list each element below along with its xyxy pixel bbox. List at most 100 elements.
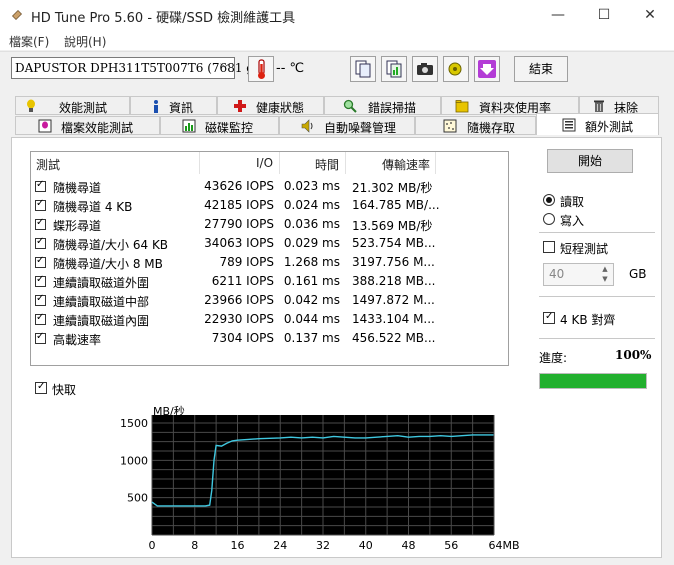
tab-file-benchmark[interactable]: 檔案效能測試 <box>15 116 160 135</box>
row-test-name: 連續讀取磁道外圍 <box>53 276 150 290</box>
row-rate: 388.218 MB... <box>352 274 436 288</box>
progress-value: 100% <box>615 348 652 362</box>
tab-label: 資訊 <box>169 101 194 115</box>
row-io: 7304 IOPS <box>211 331 274 345</box>
tab-label: 磁碟監控 <box>205 121 254 135</box>
start-button[interactable]: 開始 <box>547 149 633 173</box>
menu-help[interactable]: 說明(H) <box>64 33 106 50</box>
row-rate: 164.785 MB/... <box>352 198 440 212</box>
x-tick-label: 8 <box>191 539 198 552</box>
row-time: 0.029 ms <box>283 236 340 250</box>
tab-label: 效能測試 <box>59 101 108 115</box>
divider <box>539 296 655 297</box>
menu-file[interactable]: 檔案(F) <box>9 33 49 50</box>
column-header-io[interactable]: I/O <box>256 156 273 170</box>
tab-random-access[interactable]: 隨機存取 <box>415 116 536 135</box>
column-divider <box>199 152 200 174</box>
column-header-rate[interactable]: 傳輸速率 <box>382 156 430 173</box>
row-time: 0.036 ms <box>283 217 340 231</box>
row-time: 1.268 ms <box>283 255 340 269</box>
copy-screenshot-button[interactable] <box>381 56 407 82</box>
row-checkbox[interactable] <box>35 293 46 306</box>
row-rate: 21.302 MB/秒 <box>352 181 433 195</box>
camera-button[interactable] <box>412 56 438 82</box>
read-radio[interactable] <box>543 194 555 206</box>
spin-up-icon[interactable]: ▲ <box>599 265 611 274</box>
copy-info-button[interactable] <box>350 56 376 82</box>
divider <box>539 338 655 339</box>
row-io: 34063 IOPS <box>204 236 274 250</box>
row-time: 0.023 ms <box>283 179 340 193</box>
row-io: 6211 IOPS <box>211 274 274 288</box>
down-arrow-icon <box>478 60 496 78</box>
row-checkbox[interactable] <box>35 179 46 192</box>
minimize-button[interactable]: — <box>535 0 581 30</box>
thermometer-icon <box>258 59 265 79</box>
short-test-checkbox[interactable] <box>543 241 555 253</box>
row-test-name: 連續讀取磁道內圍 <box>53 314 150 328</box>
tab-info[interactable]: 資訊 <box>130 96 217 115</box>
row-io: 43626 IOPS <box>204 179 274 193</box>
row-rate: 1433.104 M... <box>352 312 435 326</box>
spin-down-icon[interactable]: ▼ <box>599 275 611 284</box>
row-io: 789 IOPS <box>219 255 274 269</box>
column-header-time[interactable]: 時間 <box>315 156 339 173</box>
tab-benchmark[interactable]: 效能測試 <box>15 96 130 115</box>
x-tick-label: 40 <box>359 539 373 552</box>
maximize-button[interactable]: ☐ <box>581 0 627 30</box>
column-divider <box>345 152 346 174</box>
row-checkbox[interactable] <box>35 236 46 249</box>
tab-health[interactable]: 健康狀態 <box>217 96 324 115</box>
write-radio[interactable] <box>543 213 555 225</box>
tab-label: 隨機存取 <box>467 121 516 135</box>
x-tick-label: 0 <box>149 539 156 552</box>
row-io: 42185 IOPS <box>204 198 274 212</box>
column-divider <box>435 152 436 174</box>
close-button[interactable]: ✕ <box>627 0 673 30</box>
row-time: 0.161 ms <box>283 274 340 288</box>
row-checkbox[interactable] <box>35 312 46 325</box>
row-time: 0.044 ms <box>283 312 340 326</box>
tab-label: 自動噪聲管理 <box>324 121 397 135</box>
row-io: 23966 IOPS <box>204 293 274 307</box>
row-checkbox[interactable] <box>35 217 46 230</box>
x-tick-label: 16 <box>231 539 245 552</box>
health-cross-icon <box>234 100 246 112</box>
folder-icon <box>455 100 469 113</box>
row-rate: 3197.756 M... <box>352 255 435 269</box>
progress-bar <box>539 373 647 389</box>
tab-extra-tests[interactable]: 額外測試 <box>536 113 659 135</box>
tab-label: 錯誤掃描 <box>368 101 417 115</box>
row-test-name: 隨機尋道 4 KB <box>53 200 133 214</box>
column-header-test[interactable]: 測試 <box>36 156 60 173</box>
align-4kb-checkbox[interactable] <box>543 311 555 324</box>
settings-tools-icon <box>448 62 462 76</box>
row-rate: 13.569 MB/秒 <box>352 219 433 233</box>
exit-button[interactable]: 結束 <box>514 56 568 82</box>
save-down-button[interactable] <box>474 56 500 82</box>
row-test-name: 隨機尋道 <box>53 181 102 195</box>
row-rate: 456.522 MB... <box>352 331 436 345</box>
chevron-down-icon[interactable]: ﹀ <box>220 60 230 75</box>
options-button[interactable] <box>443 56 469 82</box>
gauge-icon <box>27 99 35 112</box>
speaker-icon <box>301 119 313 133</box>
divider <box>539 232 655 233</box>
y-tick-label: 1500 <box>120 417 148 430</box>
temperature-readout: -- ℃ <box>276 61 305 76</box>
row-time: 0.042 ms <box>283 293 340 307</box>
row-checkbox[interactable] <box>35 274 46 287</box>
row-checkbox[interactable] <box>35 331 46 344</box>
size-spinner-value: 40 <box>549 267 565 281</box>
thermometer-button[interactable] <box>248 56 274 82</box>
tab-label: 檔案效能測試 <box>61 121 134 135</box>
row-checkbox[interactable] <box>35 255 46 268</box>
y-tick-label: 1000 <box>120 454 148 467</box>
row-checkbox[interactable] <box>35 198 46 211</box>
tab-error-scan[interactable]: 錯誤掃描 <box>324 96 441 115</box>
tab-aam[interactable]: 自動噪聲管理 <box>279 116 415 135</box>
cache-checkbox[interactable] <box>35 381 47 394</box>
y-tick-label: 500 <box>127 492 148 505</box>
tab-disk-monitor[interactable]: 磁碟監控 <box>160 116 279 135</box>
row-test-name: 蝶形尋道 <box>53 219 102 233</box>
